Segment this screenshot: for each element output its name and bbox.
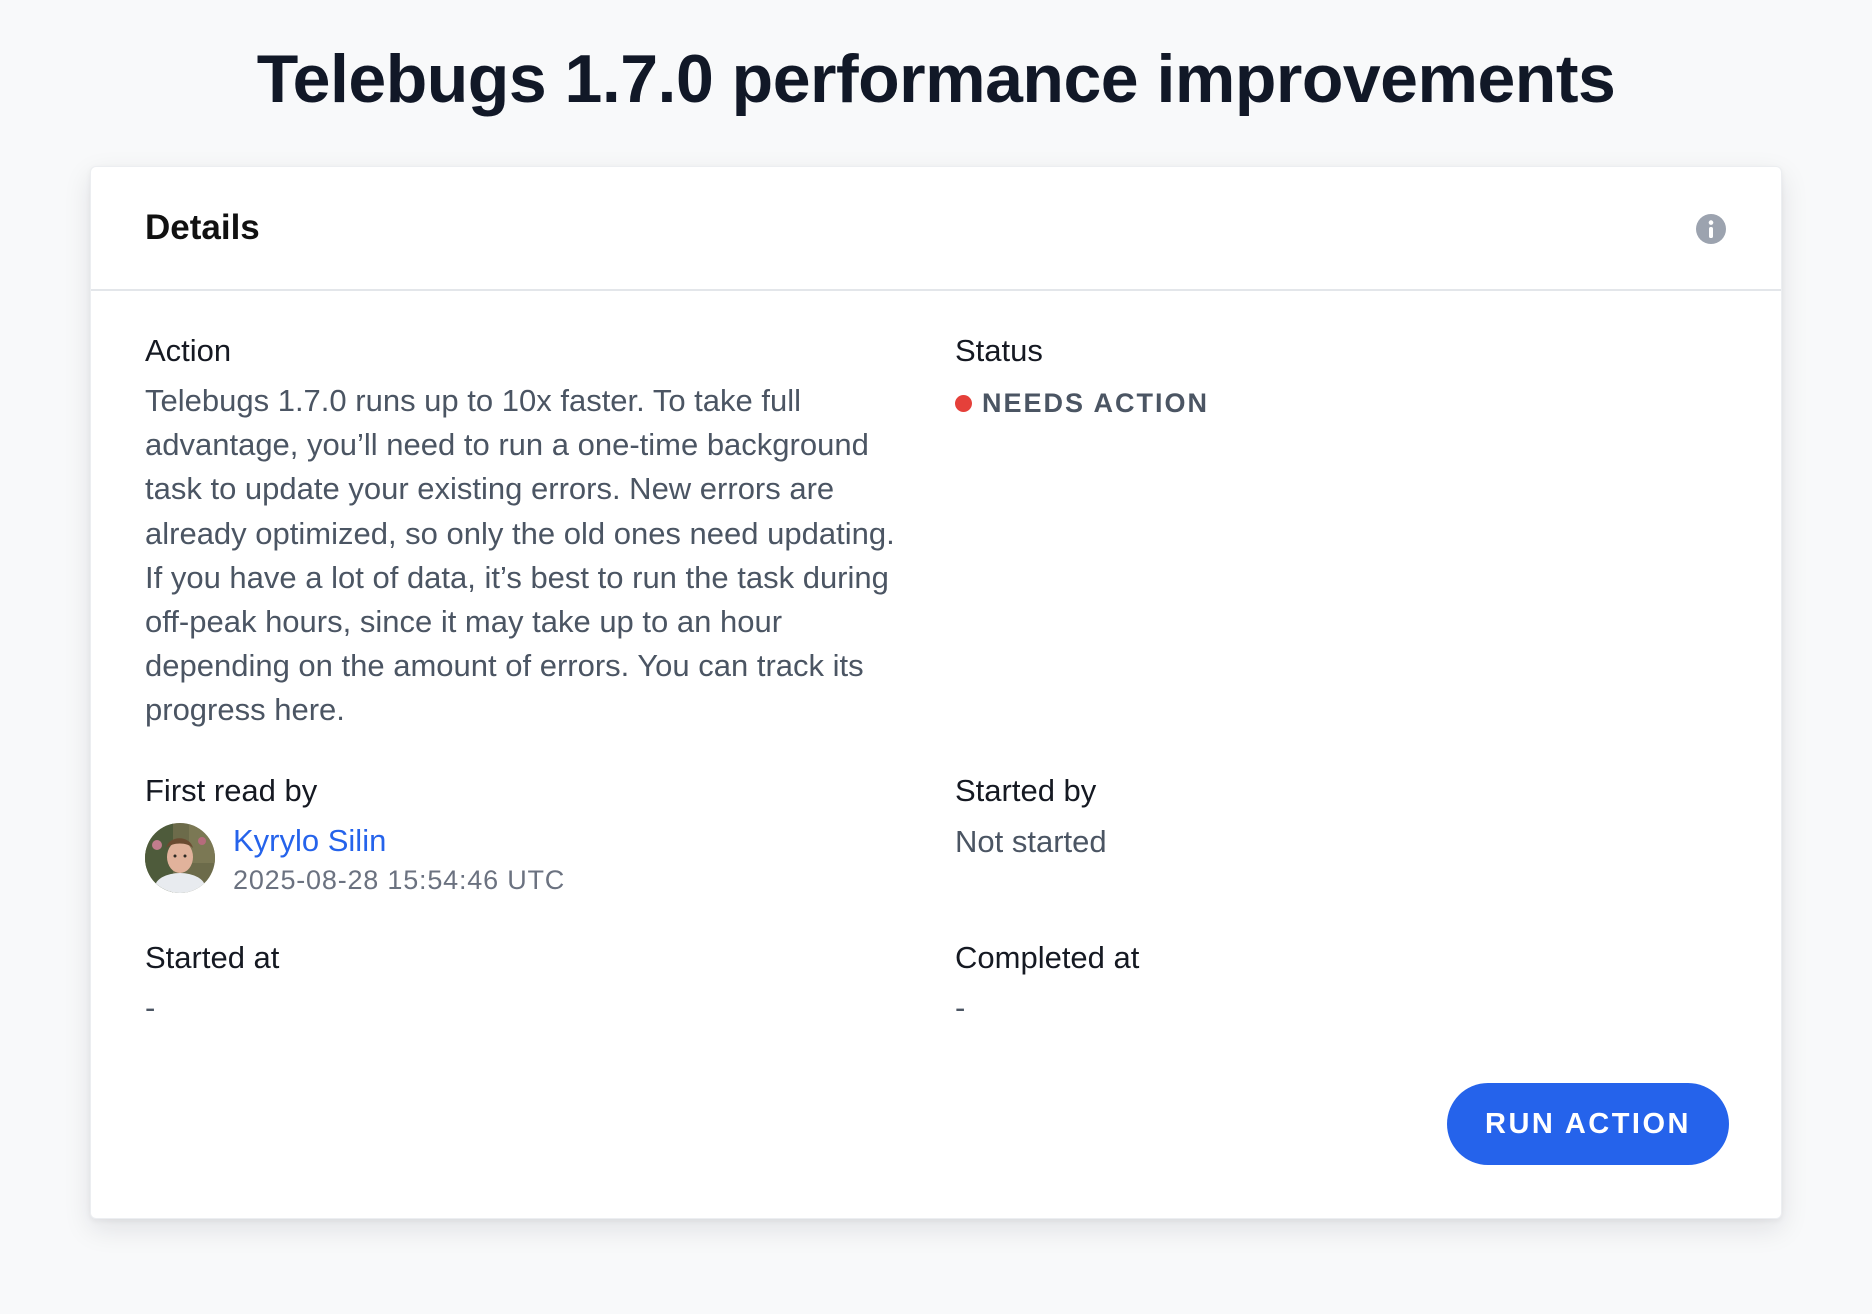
started-at-value: - xyxy=(145,990,156,1025)
completed-at-label: Completed at xyxy=(955,940,1140,975)
details-card: Details Action Telebugs 1.7.0 runs up to… xyxy=(90,166,1782,1219)
action-description: Telebugs 1.7.0 runs up to 10x faster. To… xyxy=(145,383,895,728)
avatar xyxy=(145,823,215,893)
first-read-by-label: First read by xyxy=(145,773,318,808)
status-badge: NEEDS ACTION xyxy=(955,383,1209,423)
status-dot-icon xyxy=(955,394,972,412)
status-label: Status xyxy=(955,333,1043,368)
first-read-user-link[interactable]: Kyrylo Silin xyxy=(233,822,386,860)
action-label: Action xyxy=(145,333,232,368)
completed-at-value: - xyxy=(955,990,966,1025)
started-at-label: Started at xyxy=(145,940,280,975)
status-text: NEEDS ACTION xyxy=(982,387,1210,418)
details-title: Details xyxy=(145,208,260,247)
page-title: Telebugs 1.7.0 performance improvements xyxy=(256,41,1616,117)
started-by-value: Not started xyxy=(955,824,1107,859)
info-circle-icon[interactable] xyxy=(1695,213,1727,245)
first-read-timestamp: 2025-08-28 15:54:46 UTC xyxy=(233,865,566,895)
run-action-button[interactable]: RUN ACTION xyxy=(1447,1083,1729,1165)
started-by-label: Started by xyxy=(955,773,1097,808)
details-card-header: Details xyxy=(91,167,1781,291)
